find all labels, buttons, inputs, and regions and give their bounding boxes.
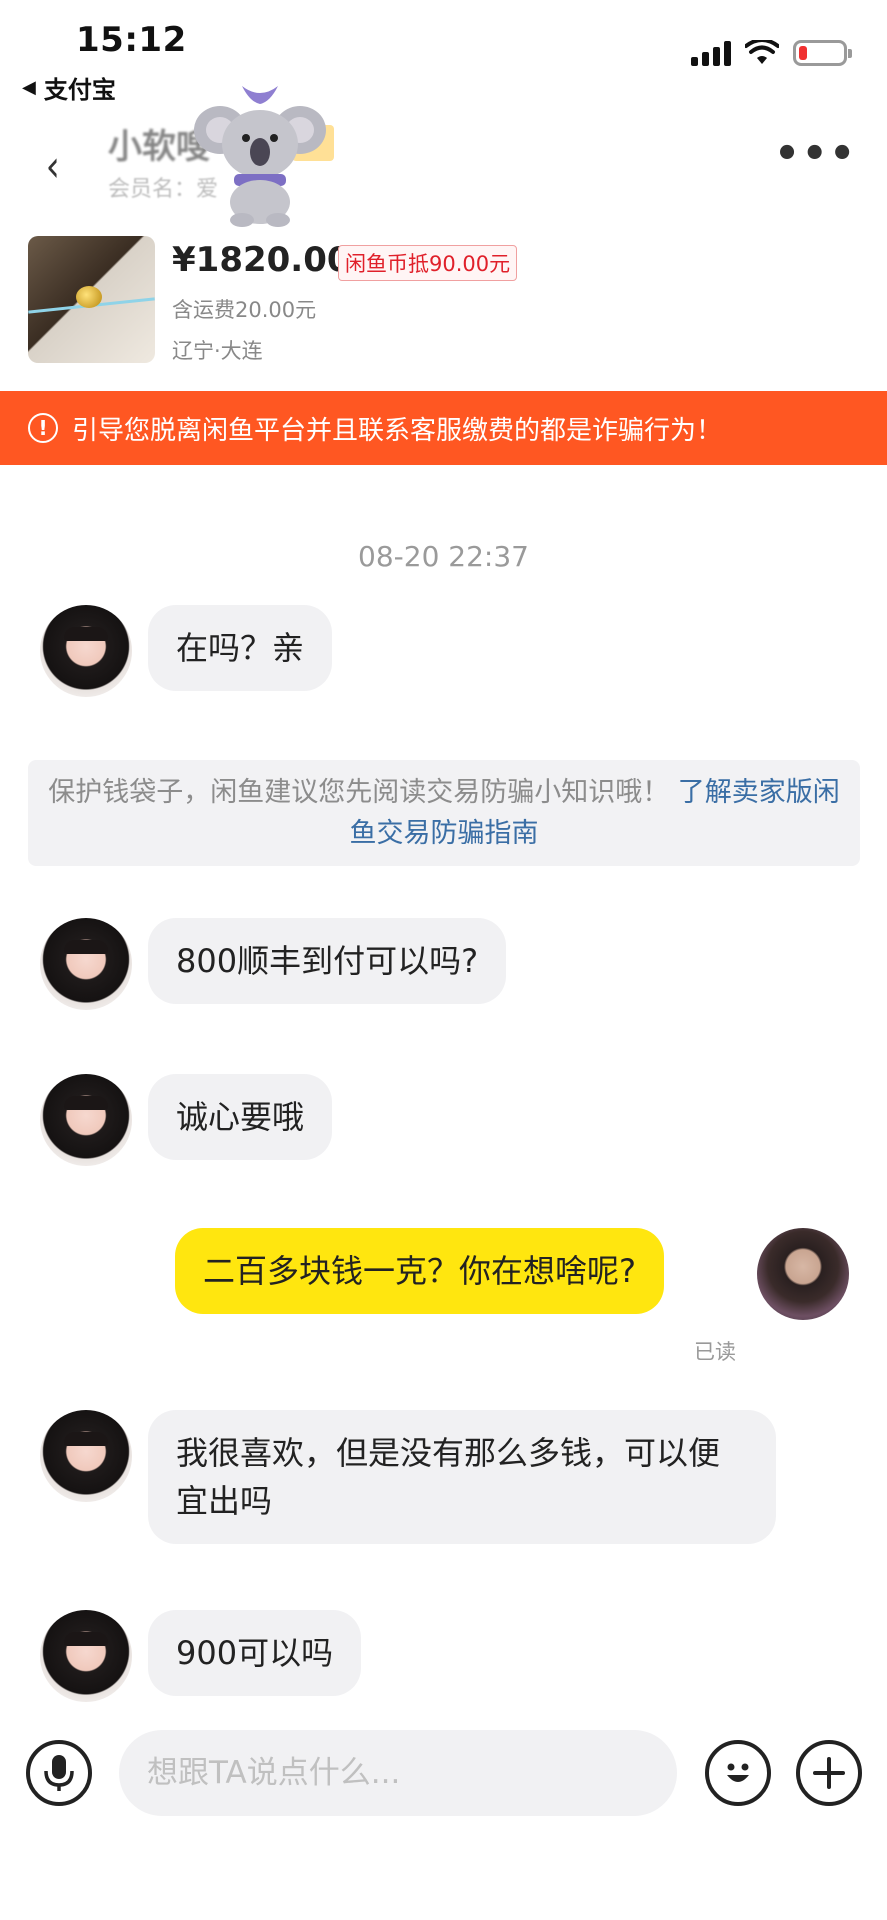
- wifi-icon: [745, 40, 779, 64]
- message-bubble[interactable]: 诚心要哦: [148, 1074, 333, 1160]
- more-options-button[interactable]: •••: [774, 131, 857, 177]
- seller-avatar[interactable]: [40, 1410, 132, 1502]
- back-to-app-link[interactable]: ◀ 支付宝: [22, 70, 116, 105]
- seller-avatar[interactable]: [40, 918, 132, 1010]
- status-icons: [691, 40, 852, 66]
- message-bubble[interactable]: 900可以吗: [148, 1610, 362, 1696]
- product-price: ¥1820.00: [172, 240, 351, 280]
- my-message-bubble[interactable]: 二百多块钱一克？你在想啥呢?: [175, 1228, 664, 1314]
- my-avatar[interactable]: [757, 1228, 849, 1320]
- warning-text: 引导您脱离闲鱼平台并且联系客服缴费的都是诈骗行为！: [72, 415, 723, 446]
- message-input[interactable]: [119, 1730, 677, 1816]
- message-bubble[interactable]: 800顺丰到付可以吗?: [148, 918, 507, 1004]
- coin-discount-badge: 闲鱼币抵90.00元: [338, 245, 518, 281]
- anti-fraud-tip-text: 保护钱袋子，闲鱼建议您先阅读交易防骗小知识哦！: [48, 777, 670, 808]
- koala-sticker-icon: [194, 86, 326, 227]
- seller-avatar[interactable]: [40, 605, 132, 697]
- chat-header: ‹ 小软嗖 会员名：爱 •••: [0, 105, 887, 225]
- chat-timestamp: 08-20 22:37: [358, 540, 529, 573]
- message-bubble[interactable]: 在吗？亲: [148, 605, 333, 691]
- back-arrow-icon[interactable]: ‹: [46, 141, 60, 192]
- product-location: 辽宁·大连: [172, 339, 263, 363]
- message-input-bar: [0, 1720, 887, 1840]
- plus-icon[interactable]: [796, 1740, 862, 1806]
- cellular-signal-icon: [691, 40, 731, 66]
- status-time: 15:12: [76, 20, 187, 60]
- battery-icon: [793, 40, 852, 66]
- warning-icon: !: [28, 413, 58, 443]
- back-triangle-icon: ◀: [22, 77, 36, 98]
- seller-avatar[interactable]: [40, 1610, 132, 1702]
- product-image[interactable]: [28, 236, 155, 363]
- read-status: 已读: [694, 1340, 736, 1364]
- back-app-label: 支付宝: [43, 76, 116, 104]
- product-card[interactable]: ¥1820.00 闲鱼币抵90.00元 含运费20.00元 辽宁·大连: [0, 232, 887, 382]
- microphone-icon[interactable]: [26, 1740, 92, 1806]
- fraud-warning-banner: ! 引导您脱离闲鱼平台并且联系客服缴费的都是诈骗行为！: [0, 391, 887, 465]
- anti-fraud-tip: 保护钱袋子，闲鱼建议您先阅读交易防骗小知识哦！ 了解卖家版闲鱼交易防骗指南: [28, 760, 860, 866]
- emoji-icon[interactable]: [705, 1740, 771, 1806]
- message-bubble[interactable]: 我很喜欢，但是没有那么多钱，可以便宜出吗: [148, 1410, 776, 1544]
- seller-avatar[interactable]: [40, 1074, 132, 1166]
- shipping-fee: 含运费20.00元: [172, 298, 317, 322]
